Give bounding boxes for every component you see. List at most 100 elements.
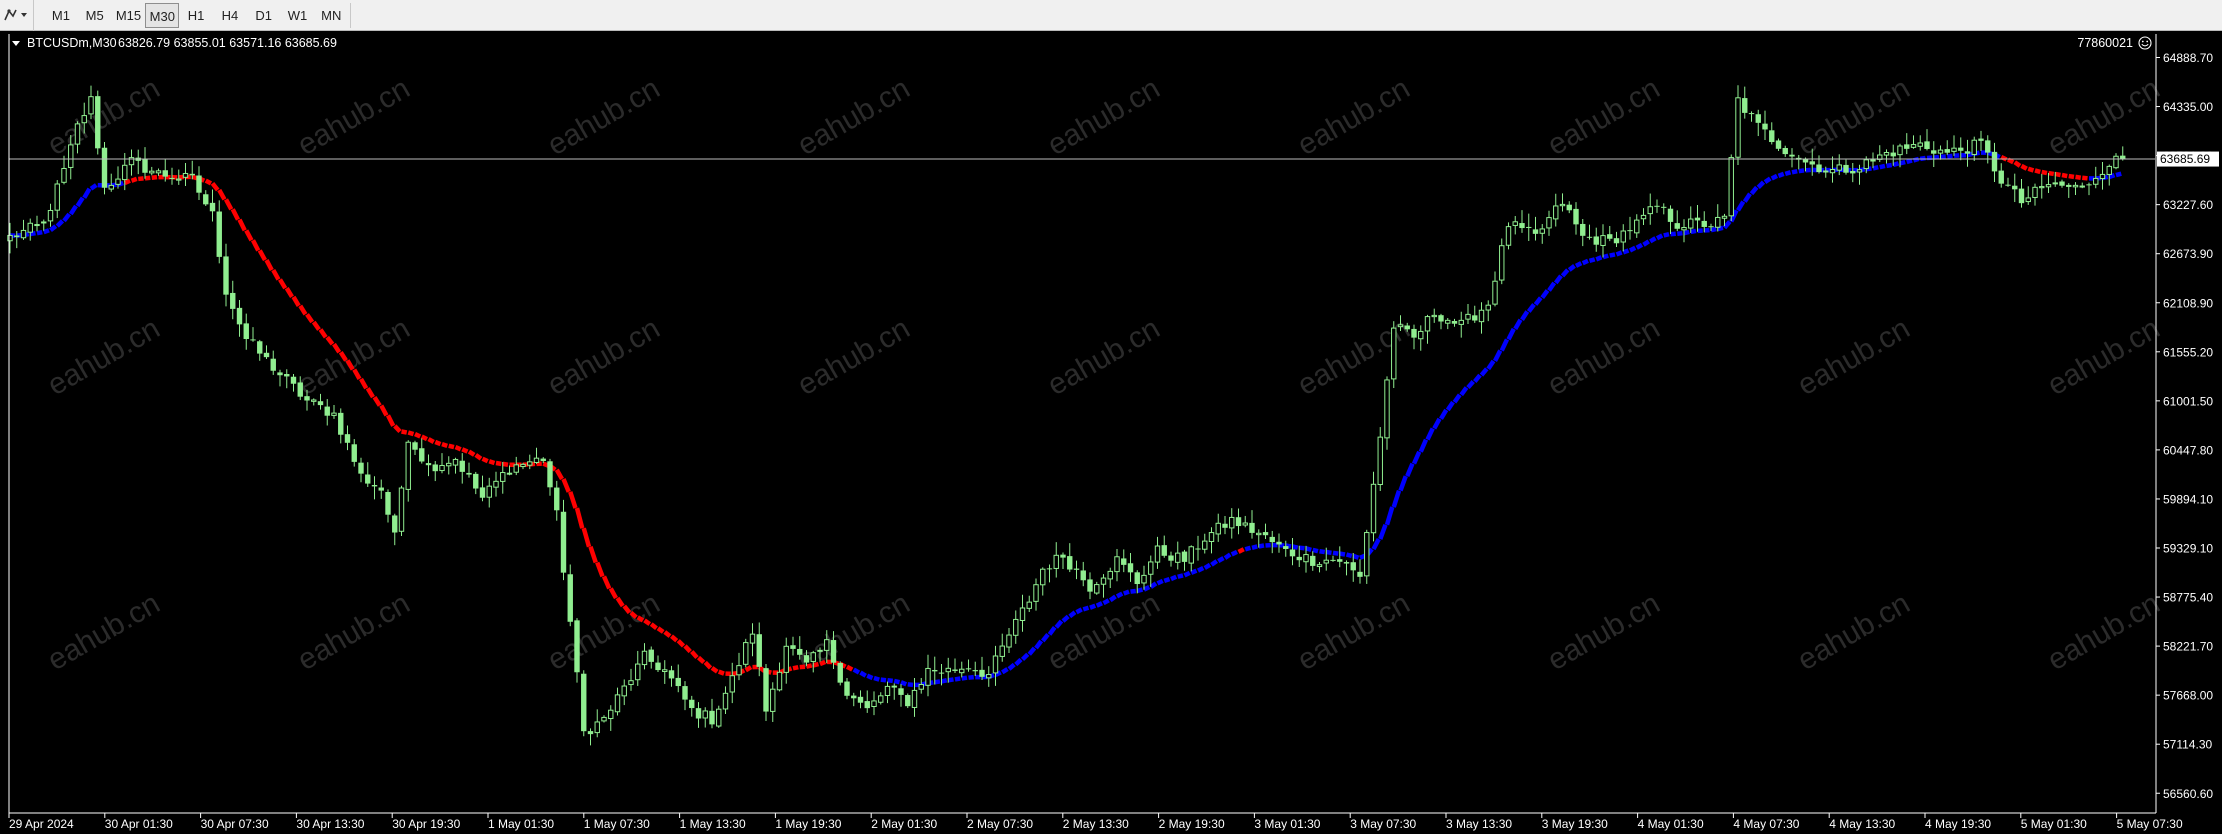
candle-body-bear (473, 473, 479, 489)
candle-body-bear (263, 352, 270, 358)
candle-body-bull (311, 399, 317, 402)
timeframe-h4-button[interactable]: H4 (213, 3, 247, 28)
trend-segment (1798, 168, 1805, 174)
line-tools-icon (4, 9, 27, 21)
trend-segment (1574, 261, 1583, 268)
candle-body-bear (365, 474, 371, 484)
trend-segment (144, 175, 151, 181)
candle-body-bull (594, 721, 600, 734)
candle-body-bear (1627, 230, 1633, 232)
trend-segment (502, 461, 509, 467)
price-chart[interactable]: eahub.cn eahub.cn eahub.cn eahub.cn eahub.cn… (0, 31, 2222, 834)
trend-segment (1784, 170, 1792, 177)
candle-body-bear (1769, 130, 1775, 143)
trend-segment (1136, 587, 1144, 594)
candle-body-bull (918, 684, 924, 690)
trend-segment (1305, 546, 1312, 553)
candle-body-bull (1323, 559, 1329, 564)
candle-body-bull (1559, 203, 1566, 207)
trend-segment (845, 664, 854, 672)
candle-body-bear (1262, 532, 1269, 536)
candle-body-bear (1161, 545, 1167, 556)
candle-body-bear (270, 358, 276, 371)
trend-segment (717, 669, 725, 676)
trend-segment (1339, 551, 1346, 557)
candle-body-bear (196, 175, 202, 193)
candle-body-bull (1512, 221, 1518, 226)
trend-segment (36, 229, 43, 236)
candle-body-bear (1357, 571, 1363, 577)
candle-body-bull (2052, 182, 2058, 185)
trend-segment (2041, 169, 2048, 176)
price-tick-label: 58221.70 (2163, 640, 2213, 654)
candle-body-bear (1850, 170, 1856, 174)
candle-body-bear (1330, 559, 1336, 561)
candle-body-bear (709, 710, 715, 725)
trend-segment (1581, 258, 1589, 266)
price-tick-label: 64335.00 (2163, 100, 2213, 114)
timeframe-m5-button[interactable]: M5 (78, 3, 112, 28)
candle-body-bull (1431, 314, 1437, 318)
trend-segment (1217, 556, 1225, 564)
trend-segment (2054, 171, 2061, 178)
timeframe-w1-button[interactable]: W1 (281, 3, 315, 28)
candle-body-bear (1580, 223, 1586, 236)
candle-body-bear (1337, 559, 1343, 562)
candle-body-bear (830, 640, 837, 663)
candle-body-bull (992, 655, 999, 674)
candle-body-bear (1404, 325, 1410, 330)
time-tick-label: 2 May 13:30 (1063, 817, 1129, 831)
candle-body-bear (317, 401, 324, 406)
candle-body-bull (176, 178, 182, 181)
trend-segment (900, 680, 908, 687)
candle-body-bull (608, 709, 614, 720)
time-tick-label: 1 May 13:30 (680, 817, 746, 831)
timeframe-m15-button[interactable]: M15 (112, 3, 146, 28)
trend-segment (880, 677, 887, 683)
candle-body-bear (1748, 113, 1755, 115)
candle-body-bear (358, 462, 364, 474)
candle-body-bear (1991, 151, 1998, 172)
trend-segment (401, 429, 408, 435)
candle-body-bear (378, 487, 384, 491)
candle-body-bull (155, 170, 162, 174)
trend-segment (1319, 548, 1326, 555)
line-studies-dropdown[interactable] (0, 0, 34, 31)
timeframe-mn-button[interactable]: MN (314, 3, 348, 28)
candle-body-bull (1229, 516, 1235, 529)
trend-segment (1291, 544, 1299, 550)
timeframe-m1-button[interactable]: M1 (44, 3, 78, 28)
candle-body-bull (2039, 186, 2045, 189)
candle-body-bull (1856, 169, 1863, 173)
candle-body-bear (14, 235, 20, 238)
candle-body-bear (891, 685, 897, 688)
candle-body-bear (1573, 208, 1579, 225)
timeframe-d1-button[interactable]: D1 (247, 3, 281, 28)
candle-body-bull (1505, 226, 1512, 246)
candle-body-bull (1465, 313, 1471, 320)
candle-body-bull (527, 461, 533, 466)
candle-body-bull (1883, 152, 1890, 156)
candle-body-bull (601, 716, 607, 722)
candle-body-bear (1411, 328, 1417, 338)
candle-body-bear (574, 620, 580, 673)
candle-body-bull (1026, 601, 1032, 609)
candle-body-bear (905, 695, 911, 707)
candle-body-bull (641, 650, 648, 666)
trend-segment (2081, 175, 2088, 181)
candle-body-bear (1890, 152, 1896, 157)
trend-segment (1642, 239, 1650, 247)
trend-segment (1663, 232, 1670, 238)
timeframe-h1-button[interactable]: H1 (179, 3, 213, 28)
candle-body-bull (911, 689, 918, 708)
candle-body-bear (216, 211, 222, 257)
candle-body-bear (277, 372, 283, 376)
timeframe-m30-button[interactable]: M30 (145, 3, 180, 28)
trend-segment (1946, 153, 1953, 159)
candle-body-bear (2120, 155, 2126, 160)
trend-segment (1933, 154, 1940, 160)
candle-body-bull (500, 472, 506, 482)
candle-body-bear (682, 686, 688, 700)
candle-body-bull (446, 462, 452, 467)
time-tick-label: 1 May 19:30 (775, 817, 841, 831)
